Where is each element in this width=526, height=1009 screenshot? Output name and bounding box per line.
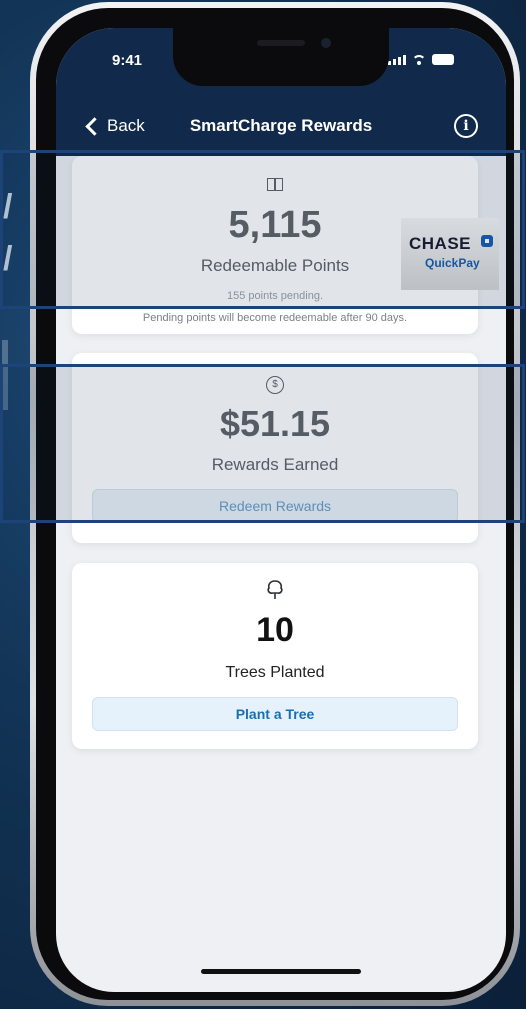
- battery-icon: [432, 54, 454, 65]
- trees-card: 10 Trees Planted Plant a Tree: [72, 563, 478, 749]
- status-icons: [388, 54, 454, 65]
- speaker-grille: [257, 40, 305, 46]
- page-title: SmartCharge Rewards: [189, 116, 373, 135]
- front-camera: [321, 38, 331, 48]
- wifi-icon: [412, 55, 426, 65]
- tree-icon: [72, 579, 478, 606]
- highlight-box: [0, 364, 525, 523]
- plant-tree-button[interactable]: Plant a Tree: [92, 697, 458, 731]
- status-time: 9:41: [112, 52, 143, 69]
- highlight-box: [0, 150, 525, 309]
- phone-notch: [173, 28, 389, 86]
- cellular-signal-icon: [388, 55, 406, 65]
- trees-value: 10: [256, 611, 294, 649]
- trees-label: Trees Planted: [225, 664, 325, 681]
- home-indicator: [201, 969, 361, 974]
- points-pending-note: Pending points will become redeemable af…: [142, 312, 408, 324]
- info-icon[interactable]: i: [454, 114, 478, 138]
